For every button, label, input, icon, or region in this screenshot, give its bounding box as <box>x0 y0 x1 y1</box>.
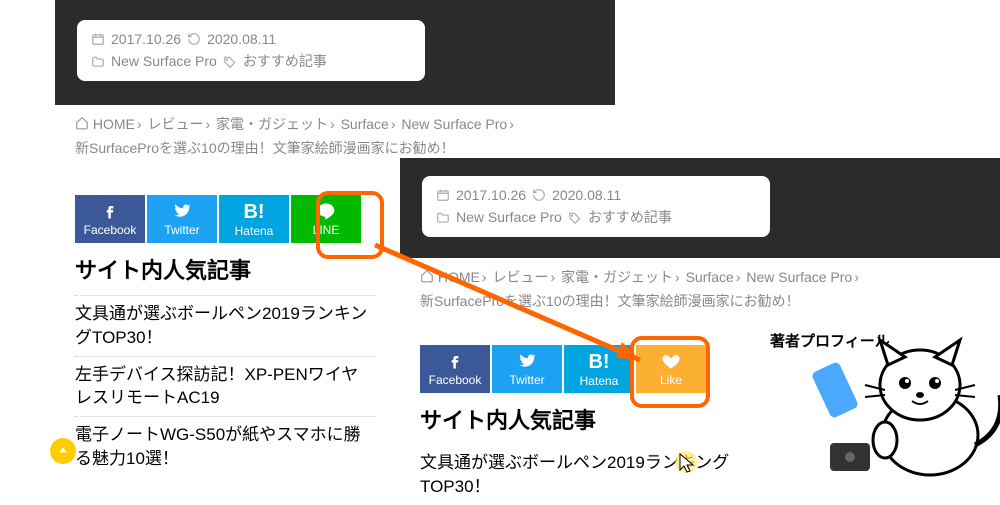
crumb-review[interactable]: レビュー <box>147 116 203 132</box>
calendar-icon <box>91 32 105 46</box>
facebook-label: Facebook <box>84 223 137 237</box>
home-icon <box>75 116 89 130</box>
category-link[interactable]: New Surface Pro <box>111 50 217 72</box>
hatena-button[interactable]: B!Hatena <box>219 195 289 243</box>
update-date: 2020.08.11 <box>207 28 276 50</box>
post-date: 2017.10.26 <box>111 28 181 50</box>
crumb-nsp[interactable]: New Surface Pro <box>746 269 852 285</box>
tag-icon <box>223 55 237 69</box>
tag-icon <box>568 211 582 225</box>
crumb-home[interactable]: HOME <box>438 269 480 285</box>
scroll-top-button[interactable] <box>50 438 76 464</box>
crumb-review[interactable]: レビュー <box>492 269 548 285</box>
popular-article[interactable]: 文具通が選ぶボールペン2019ランキングTOP30！ <box>75 295 375 356</box>
like-button[interactable]: Like <box>636 345 706 393</box>
crumb-surface[interactable]: Surface <box>341 116 389 132</box>
popular-article[interactable]: 左手デバイス探訪記！XP-PENワイヤレスリモートAC19 <box>75 356 375 417</box>
hatena-label: Hatena <box>235 224 274 238</box>
crumb-surface[interactable]: Surface <box>686 269 734 285</box>
share-bar: Facebook Twitter B!Hatena Like <box>420 345 740 393</box>
crumb-title: 新SurfaceProを選ぶ10の理由！文筆家絵師漫画家にお勧め！ <box>75 140 455 156</box>
popular-article[interactable]: 電子ノートWG-S50が紙やスマホに勝る魅力10選！ <box>75 416 375 477</box>
twitter-button[interactable]: Twitter <box>147 195 217 243</box>
crumb-nsp[interactable]: New Surface Pro <box>401 116 507 132</box>
post-date: 2017.10.26 <box>456 184 526 206</box>
line-button[interactable]: LINE <box>291 195 361 243</box>
update-icon <box>187 32 201 46</box>
twitter-label: Twitter <box>509 373 544 387</box>
like-label: Like <box>660 373 682 387</box>
twitter-label: Twitter <box>164 223 199 237</box>
meta-box: 2017.10.26 2020.08.11 New Surface Pro おす… <box>77 20 425 81</box>
crumb-gadget[interactable]: 家電・ガジェット <box>561 269 673 285</box>
hatena-mark-icon: B! <box>243 201 264 224</box>
mascot-cat <box>810 335 1000 495</box>
category-link[interactable]: New Surface Pro <box>456 206 562 228</box>
share-bar: Facebook Twitter B!Hatena LINE <box>75 195 375 243</box>
crumb-home[interactable]: HOME <box>93 116 135 132</box>
update-icon <box>532 188 546 202</box>
calendar-icon <box>436 188 450 202</box>
facebook-label: Facebook <box>429 373 482 387</box>
hatena-button[interactable]: B!Hatena <box>564 345 634 393</box>
hatena-mark-icon: B! <box>588 351 609 374</box>
section-heading: サイト内人気記事 <box>420 403 740 435</box>
meta-box: 2017.10.26 2020.08.11 New Surface Pro おす… <box>422 176 770 237</box>
crumb-title: 新SurfaceProを選ぶ10の理由！文筆家絵師漫画家にお勧め！ <box>420 293 800 309</box>
facebook-button[interactable]: Facebook <box>420 345 490 393</box>
tag-link[interactable]: おすすめ記事 <box>588 206 672 228</box>
folder-icon <box>436 211 450 225</box>
twitter-button[interactable]: Twitter <box>492 345 562 393</box>
section-heading: サイト内人気記事 <box>75 253 375 285</box>
cursor-icon <box>674 450 704 480</box>
crumb-gadget[interactable]: 家電・ガジェット <box>216 116 328 132</box>
hatena-label: Hatena <box>580 374 619 388</box>
tag-link[interactable]: おすすめ記事 <box>243 50 327 72</box>
home-icon <box>420 269 434 283</box>
breadcrumb: HOME› レビュー› 家電・ガジェット› Surface› New Surfa… <box>400 258 1000 322</box>
facebook-button[interactable]: Facebook <box>75 195 145 243</box>
line-label: LINE <box>313 223 340 237</box>
update-date: 2020.08.11 <box>552 184 621 206</box>
folder-icon <box>91 55 105 69</box>
